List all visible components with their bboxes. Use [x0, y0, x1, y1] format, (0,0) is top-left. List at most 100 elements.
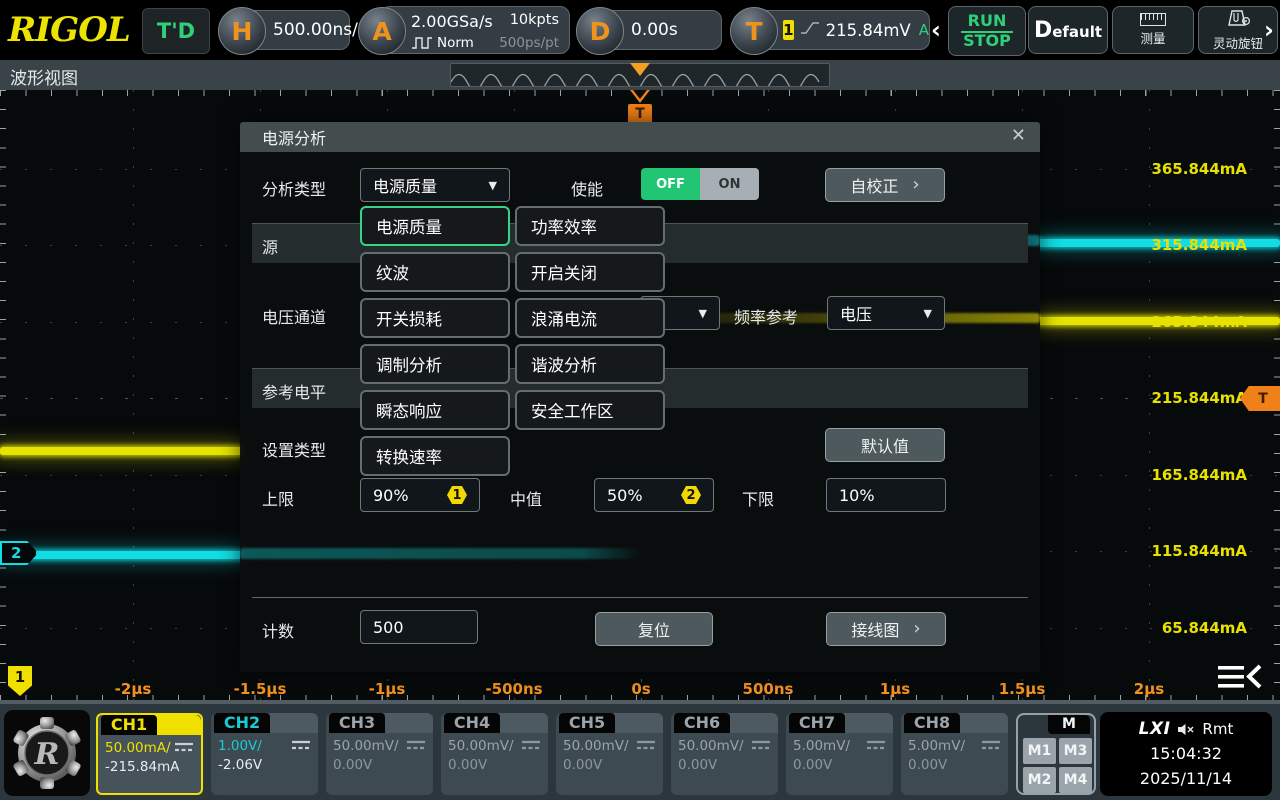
- channel-box-ch3[interactable]: CH3 50.00mV/ 0.00V: [326, 713, 433, 795]
- dc-coupling-icon: [521, 740, 541, 751]
- channel-box-ch1[interactable]: CH1 50.00mA/ -215.84mA: [96, 713, 203, 795]
- math-block[interactable]: M M1 M3 M2 M4: [1016, 713, 1096, 795]
- rigol-knob-button[interactable]: R: [4, 710, 90, 796]
- channel-name: CH4: [444, 713, 500, 733]
- dropdown-option-soa[interactable]: 安全工作区: [515, 390, 665, 430]
- dropdown-option-slew-rate[interactable]: 转换速率: [360, 436, 510, 476]
- lower-limit-label: 下限: [742, 486, 774, 510]
- ch1-trace-left: [0, 447, 242, 455]
- channel-box-ch6[interactable]: CH6 50.00mV/ 0.00V: [671, 713, 778, 795]
- math-button-m3[interactable]: M3: [1059, 738, 1092, 764]
- lxi-logo: LXI: [1139, 716, 1171, 742]
- dc-coupling-icon: [174, 742, 194, 753]
- dropdown-option-switching-loss[interactable]: 开关损耗: [360, 298, 510, 338]
- close-icon[interactable]: ✕: [1011, 125, 1026, 146]
- dropdown-option-efficiency[interactable]: 功率效率: [515, 206, 665, 246]
- channel-scale: 50.00mV/: [448, 738, 514, 754]
- dropdown-option-power-quality[interactable]: 电源质量: [360, 206, 510, 246]
- level-label: 215.844mA: [1151, 389, 1247, 409]
- time-label: 500ns: [723, 680, 813, 698]
- time-label: -1µs: [342, 680, 432, 698]
- channel-tab-flap: [727, 713, 778, 733]
- dropdown-option-on-off[interactable]: 开启关闭: [515, 252, 665, 292]
- toolbar-collapse-chevron[interactable]: ‹: [931, 16, 941, 44]
- run-stop-button[interactable]: RUN STOP: [948, 6, 1026, 56]
- time-label: -1.5µs: [215, 680, 305, 698]
- toolbar-expand-chevron[interactable]: ›: [1264, 16, 1274, 44]
- channel-name: CH6: [674, 713, 730, 733]
- dropdown-option-transient[interactable]: 瞬态响应: [360, 390, 510, 430]
- enable-label: 使能: [571, 176, 603, 200]
- side-menu-icon[interactable]: [1216, 662, 1264, 692]
- trigger-source-badge: 1: [783, 20, 794, 40]
- trigger-info-box[interactable]: 1 215.84mV A: [752, 10, 930, 50]
- channel-tab-flap: [497, 713, 548, 733]
- channel-name: CH1: [101, 715, 157, 735]
- time-label: 0s: [596, 680, 686, 698]
- trigger-status-indicator: T'D: [142, 8, 210, 54]
- dropdown-option-inrush-current[interactable]: 浪涌电流: [515, 298, 665, 338]
- channel-box-ch5[interactable]: CH5 50.00mV/ 0.00V: [556, 713, 663, 795]
- channel-offset: 0.00V: [448, 757, 487, 773]
- acquire-menu-button[interactable]: A: [358, 7, 406, 55]
- default-values-label: 默认值: [861, 433, 909, 457]
- dc-coupling-icon: [981, 740, 1001, 751]
- lower-limit-input[interactable]: 10%: [826, 478, 946, 512]
- acquire-info-box[interactable]: 2.00GSa/s 10kpts Norm 500ps/pt: [380, 6, 570, 54]
- toggle-on[interactable]: ON: [700, 168, 759, 200]
- channel-box-ch7[interactable]: CH7 5.00mV/ 0.00V: [786, 713, 893, 795]
- dc-coupling-icon: [866, 740, 886, 751]
- level-label: 165.844mA: [1151, 466, 1247, 486]
- math-button-m2[interactable]: M2: [1023, 767, 1056, 793]
- channel-box-ch8[interactable]: CH8 5.00mV/ 0.00V: [901, 713, 1008, 795]
- delay-menu-button[interactable]: D: [576, 7, 624, 55]
- trigger-level: 215.84mV: [826, 21, 911, 40]
- memory-depth: 10kpts: [510, 12, 559, 28]
- wiring-diagram-button[interactable]: 接线图 ›: [826, 612, 946, 646]
- freq-ref-label: 频率参考: [734, 304, 798, 328]
- lower-limit-value: 10%: [839, 486, 875, 505]
- self-calibration-button[interactable]: 自校正 ›: [825, 168, 945, 202]
- power-analysis-dialog: 电源分析 ✕ 分析类型 电源质量 ▼ 使能 OFF ON 自校正 › 源 电压通…: [240, 122, 1040, 672]
- analysis-type-value: 电源质量: [373, 173, 437, 197]
- dropdown-option-modulation[interactable]: 调制分析: [360, 344, 510, 384]
- horizontal-position-marker[interactable]: [630, 63, 650, 76]
- dropdown-option-ripple[interactable]: 纹波: [360, 252, 510, 292]
- trigger-position-label[interactable]: T: [628, 104, 652, 123]
- freq-ref-select[interactable]: 电压 ▼: [827, 296, 945, 330]
- analysis-type-select[interactable]: 电源质量 ▼: [360, 168, 510, 202]
- channel-name: CH8: [904, 713, 960, 733]
- middle-input[interactable]: 50% 2: [594, 478, 714, 512]
- upper-limit-input[interactable]: 90% 1: [360, 478, 480, 512]
- chevron-right-icon: ›: [913, 620, 920, 638]
- channel-box-ch4[interactable]: CH4 50.00mV/ 0.00V: [441, 713, 548, 795]
- channel-scale: 5.00mV/: [908, 738, 965, 754]
- trigger-menu-button[interactable]: T: [730, 7, 778, 55]
- dc-coupling-icon: [751, 740, 771, 751]
- dialog-title-bar[interactable]: 电源分析: [240, 122, 1040, 152]
- knob-wave-icon: [1225, 9, 1251, 31]
- default-button[interactable]: Default: [1028, 6, 1108, 54]
- chevron-down-icon: ▼: [489, 179, 497, 192]
- reset-button[interactable]: 复位: [595, 612, 713, 646]
- channel-tab-flap: [267, 713, 318, 733]
- math-button-m1[interactable]: M1: [1023, 738, 1056, 764]
- channel-offset: -2.06V: [218, 757, 262, 773]
- stop-label: STOP: [963, 33, 1011, 50]
- toggle-off[interactable]: OFF: [641, 168, 700, 200]
- ref-level-section-label: 参考电平: [262, 379, 326, 403]
- math-tab: M: [1048, 715, 1090, 734]
- grid-line: [1149, 90, 1150, 702]
- channel-box-ch2[interactable]: CH2 1.00V/ -2.06V: [211, 713, 318, 795]
- measure-button[interactable]: 测量: [1112, 6, 1194, 54]
- count-input[interactable]: 500: [360, 610, 478, 644]
- chevron-right-icon: ›: [912, 176, 919, 194]
- time-label: 1.5µs: [977, 680, 1067, 698]
- sample-rate: 2.00GSa/s: [411, 12, 493, 31]
- math-button-m4[interactable]: M4: [1059, 767, 1092, 793]
- channel-scale: 50.00mA/: [105, 740, 171, 756]
- enable-toggle[interactable]: OFF ON: [641, 168, 759, 200]
- dropdown-option-harmonics[interactable]: 谐波分析: [515, 344, 665, 384]
- horizontal-menu-button[interactable]: H: [218, 7, 266, 55]
- default-values-button[interactable]: 默认值: [825, 428, 945, 462]
